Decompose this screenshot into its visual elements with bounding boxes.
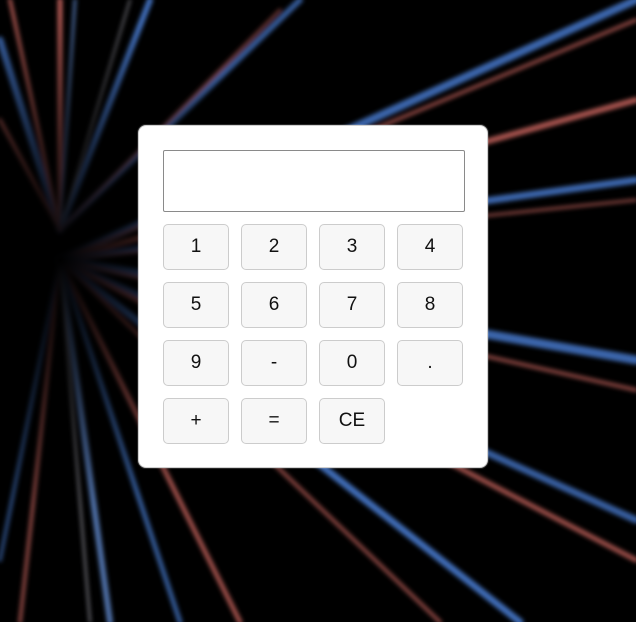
key-8[interactable]: 8 <box>397 282 463 328</box>
key-3[interactable]: 3 <box>319 224 385 270</box>
equals-button[interactable]: = <box>241 398 307 444</box>
decimal-point-button[interactable]: . <box>397 340 463 386</box>
calculator-panel: 1 2 3 4 5 6 7 8 9 - 0 . + = CE <box>138 125 488 468</box>
keypad: 1 2 3 4 5 6 7 8 9 - 0 . + = CE <box>163 224 467 444</box>
key-0[interactable]: 0 <box>319 340 385 386</box>
minus-button[interactable]: - <box>241 340 307 386</box>
clear-entry-button[interactable]: CE <box>319 398 385 444</box>
key-5[interactable]: 5 <box>163 282 229 328</box>
key-2[interactable]: 2 <box>241 224 307 270</box>
key-4[interactable]: 4 <box>397 224 463 270</box>
key-7[interactable]: 7 <box>319 282 385 328</box>
key-6[interactable]: 6 <box>241 282 307 328</box>
plus-button[interactable]: + <box>163 398 229 444</box>
key-9[interactable]: 9 <box>163 340 229 386</box>
calculator-display[interactable] <box>163 150 465 212</box>
key-1[interactable]: 1 <box>163 224 229 270</box>
